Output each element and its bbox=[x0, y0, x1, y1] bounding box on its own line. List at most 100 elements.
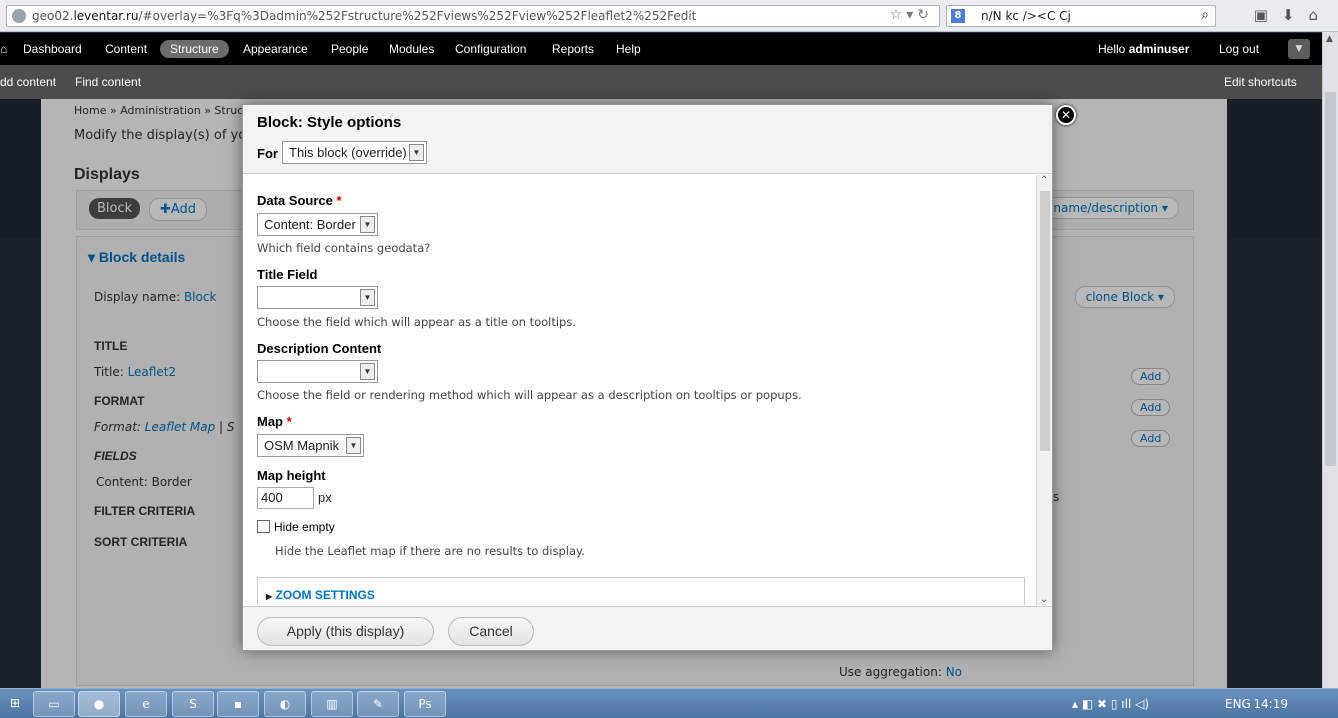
add-format-button[interactable]: Add bbox=[1131, 399, 1171, 416]
toolbar-people[interactable]: People bbox=[331, 42, 368, 56]
field-content-border[interactable]: Content: Border bbox=[96, 475, 192, 489]
sort-criteria-heading: SORT CRITERIA bbox=[94, 535, 188, 549]
description-content-description: Choose the field or rendering method whi… bbox=[257, 388, 802, 402]
dropdown-icon[interactable]: ▾ bbox=[906, 7, 917, 23]
scroll-down-icon[interactable]: ⌄ bbox=[1040, 594, 1048, 605]
title-field-select[interactable]: ▼ bbox=[257, 286, 378, 309]
toolbar-modules[interactable]: Modules bbox=[389, 42, 434, 56]
description-content-select[interactable]: ▼ bbox=[257, 360, 378, 383]
map-select[interactable]: OSM Mapnik ▼ bbox=[257, 434, 364, 457]
close-icon[interactable]: ✕ bbox=[1056, 105, 1076, 125]
tray-icons[interactable]: ▴ ◧ ✖ ▯ ıll ◁) bbox=[1072, 697, 1149, 711]
hide-empty-label[interactable]: Hide empty bbox=[274, 520, 335, 534]
save-icon[interactable]: ▪ bbox=[217, 691, 259, 717]
logout-link[interactable]: Log out bbox=[1219, 42, 1259, 56]
use-aggregation-link[interactable]: No bbox=[946, 665, 962, 679]
toolbar-appearance[interactable]: Appearance bbox=[243, 42, 308, 56]
block-details-toggle[interactable]: ▾ Block details bbox=[88, 249, 185, 266]
toolbar-configuration[interactable]: Configuration bbox=[455, 42, 526, 56]
notepad-icon[interactable]: ✎ bbox=[357, 691, 399, 717]
style-options-dialog: Block: Style options For This block (ove… bbox=[242, 104, 1053, 651]
map-height-input[interactable]: 400 bbox=[257, 487, 314, 509]
bookmark-star-icon[interactable]: ☆ bbox=[890, 7, 907, 23]
title-heading: TITLE bbox=[94, 339, 128, 353]
app-green-icon[interactable]: ◐ bbox=[264, 691, 306, 717]
skype-icon[interactable]: S bbox=[172, 691, 214, 717]
scroll-up-icon[interactable]: ▲ bbox=[1326, 34, 1333, 44]
start-button-icon[interactable]: ⊞ bbox=[0, 691, 30, 717]
admin-toolbar: ⌂ Dashboard Content Structure Appearance… bbox=[0, 33, 1322, 65]
shortcut-find-content[interactable]: Find content bbox=[75, 75, 141, 89]
displays-heading: Displays bbox=[74, 166, 140, 183]
language-indicator[interactable]: ENG bbox=[1225, 697, 1251, 711]
title-setting: Title: Leaflet2 bbox=[94, 365, 177, 379]
triangle-right-icon: ▶ bbox=[266, 592, 273, 601]
dialog-header: Block: Style options For This block (ove… bbox=[243, 105, 1052, 174]
home-icon[interactable]: ⌂ bbox=[0, 42, 7, 56]
format-link[interactable]: Leaflet Map bbox=[145, 420, 215, 434]
globe-icon bbox=[12, 9, 26, 23]
clock[interactable]: 14:19 bbox=[1253, 697, 1288, 711]
magnifier-icon[interactable]: ⌕ bbox=[1201, 7, 1209, 23]
edit-shortcuts-link[interactable]: Edit shortcuts bbox=[1224, 75, 1297, 89]
download-icon[interactable]: ⬇ bbox=[1282, 6, 1309, 24]
chevron-down-icon: ▼ bbox=[409, 144, 424, 161]
reload-icon[interactable]: ↻ bbox=[917, 7, 933, 23]
toolbar-help[interactable]: Help bbox=[616, 42, 641, 56]
data-source-description: Which field contains geodata? bbox=[257, 241, 431, 255]
map-label: Map * bbox=[257, 414, 292, 429]
toolbar-structure[interactable]: Structure bbox=[160, 40, 229, 58]
clone-block-button[interactable]: clone Block ▾ bbox=[1074, 286, 1175, 308]
hide-empty-checkbox[interactable] bbox=[257, 520, 270, 533]
use-aggregation: Use aggregation: No bbox=[839, 665, 963, 679]
trailing-text: s bbox=[1053, 490, 1060, 504]
search-bar[interactable]: 8 n/N kc /><C Cj ⌕ bbox=[946, 5, 1216, 27]
address-tools[interactable]: ☆▾↻ bbox=[890, 7, 933, 23]
shortcuts-bar: dd content Find content Edit shortcuts bbox=[0, 65, 1322, 99]
title-link[interactable]: Leaflet2 bbox=[128, 365, 177, 379]
bookmarks-icon[interactable]: ▣ bbox=[1254, 6, 1282, 24]
for-select[interactable]: This block (override) ▼ bbox=[282, 141, 427, 164]
hide-empty-description: Hide the Leaflet map if there are no res… bbox=[275, 544, 585, 558]
scroll-up-icon[interactable]: ⌃ bbox=[1040, 175, 1048, 186]
home-icon[interactable]: ⌂ bbox=[1308, 6, 1332, 24]
zoom-settings-toggle[interactable]: ▶ ZOOM SETTINGS bbox=[266, 588, 375, 602]
add-display-button[interactable]: ✚Add bbox=[149, 198, 208, 221]
app-window-icon[interactable]: ▥ bbox=[311, 691, 353, 717]
apply-button[interactable]: Apply (this display) bbox=[257, 617, 434, 646]
hello-user: Hello adminuser bbox=[1098, 42, 1190, 56]
photoshop-icon[interactable]: Ps bbox=[404, 691, 446, 717]
page-scroll-thumb[interactable] bbox=[1325, 92, 1336, 466]
ie-icon[interactable]: e bbox=[125, 691, 167, 717]
add-field-button[interactable]: Add bbox=[1131, 430, 1171, 447]
toolbar-content[interactable]: Content bbox=[105, 42, 147, 56]
format-heading: FORMAT bbox=[94, 394, 145, 408]
url-text[interactable]: geo02.leventar.ru/#overlay=%3Fq%3Dadmin%… bbox=[32, 9, 696, 23]
search-engine-icon[interactable]: 8 bbox=[951, 9, 965, 23]
chevron-down-icon: ▼ bbox=[346, 437, 361, 454]
chevron-down-icon: ▼ bbox=[360, 289, 375, 306]
cancel-button[interactable]: Cancel bbox=[448, 617, 534, 646]
page-scrollbar[interactable]: ▲ bbox=[1322, 32, 1338, 688]
display-name-link[interactable]: Block bbox=[184, 290, 216, 304]
add-title-button[interactable]: Add bbox=[1131, 368, 1171, 385]
toolbar-reports[interactable]: Reports bbox=[552, 42, 594, 56]
scroll-thumb[interactable] bbox=[1040, 191, 1050, 451]
page-intro: Modify the display(s) of yo bbox=[74, 128, 247, 143]
username[interactable]: adminuser bbox=[1129, 42, 1190, 56]
shortcuts-toggle[interactable]: ▼ bbox=[1288, 39, 1310, 59]
firefox-icon[interactable]: ● bbox=[78, 691, 120, 717]
display-tab-block[interactable]: Block bbox=[89, 198, 141, 219]
toolbar-dashboard[interactable]: Dashboard bbox=[23, 42, 82, 56]
data-source-select[interactable]: Content: Border ▼ bbox=[257, 213, 378, 236]
breadcrumb[interactable]: Home » Administration » Struct bbox=[74, 104, 248, 117]
address-bar[interactable]: geo02.leventar.ru/#overlay=%3Fq%3Dadmin%… bbox=[6, 5, 940, 27]
zoom-settings-fieldset: ▶ ZOOM SETTINGS bbox=[257, 577, 1025, 605]
shortcut-add-content[interactable]: dd content bbox=[0, 75, 56, 89]
map-height-unit: px bbox=[318, 490, 332, 505]
name-description-dropdown[interactable]: name/description ▾ bbox=[1042, 197, 1179, 219]
search-text[interactable]: n/N kc /><C Cj bbox=[981, 9, 1071, 23]
explorer-icon[interactable]: ▭ bbox=[33, 691, 75, 717]
dialog-scrollbar[interactable]: ⌃ ⌄ bbox=[1036, 175, 1052, 605]
display-name: Display name: Block bbox=[94, 290, 217, 304]
